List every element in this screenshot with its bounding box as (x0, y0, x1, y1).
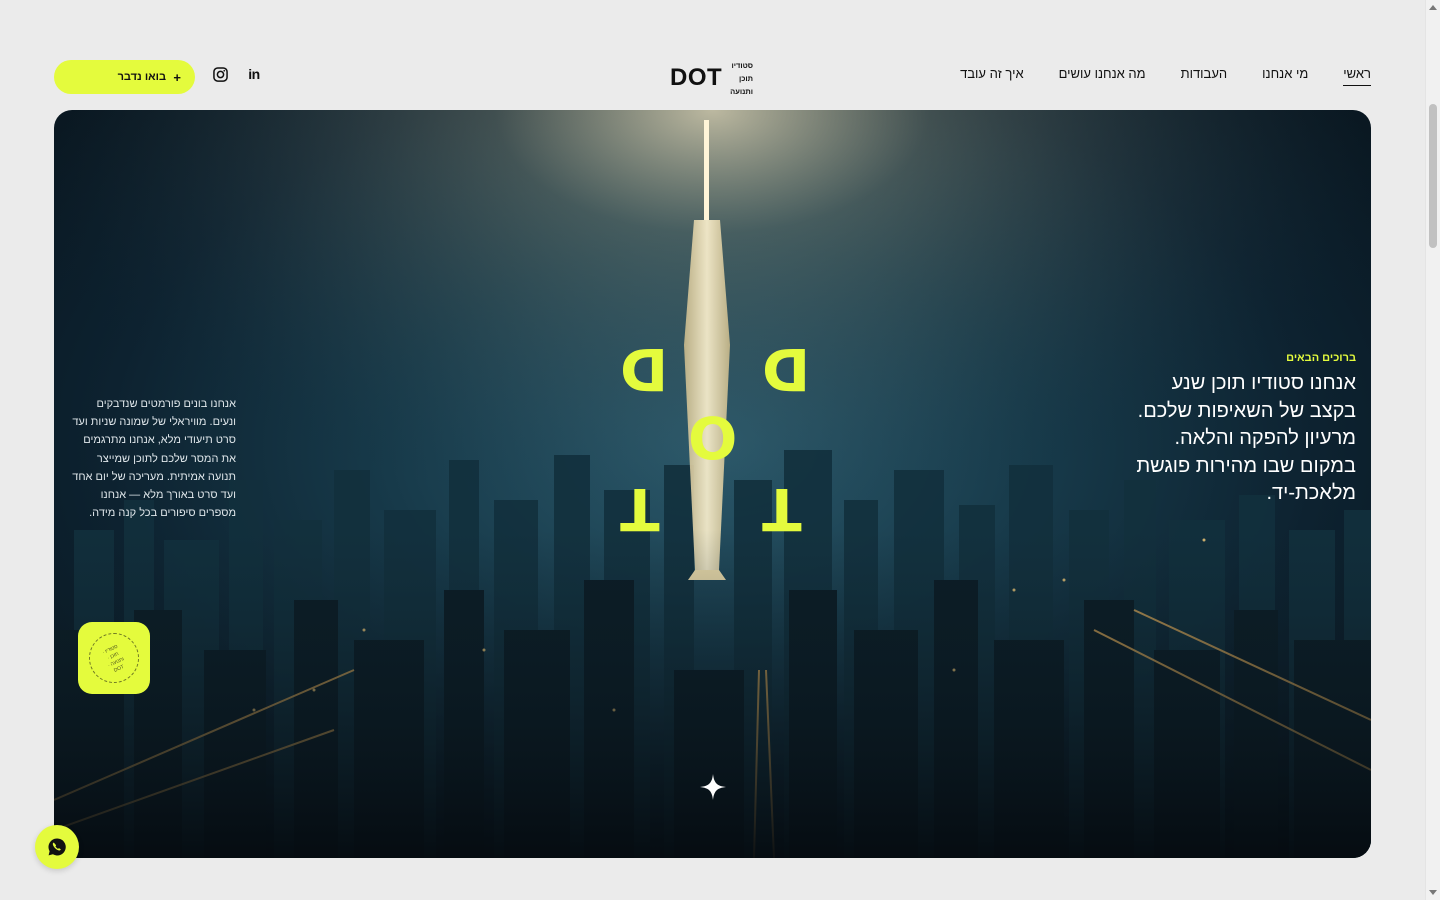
badge-ring: סטודיו · תוכן · ותנועה · DOT (89, 633, 139, 683)
linkedin-icon[interactable]: in (246, 66, 262, 82)
plus-icon: + (173, 69, 181, 85)
lets-talk-label: בואו נדבר (117, 71, 166, 83)
page-scrollbar[interactable] (1425, 0, 1440, 900)
scroll-up-arrow-icon[interactable] (1429, 5, 1437, 10)
logo-tagline-line: ותנועה (730, 86, 754, 96)
hero-side-line: ועד סרט באורך מלא — אנחנו (100, 489, 236, 502)
nav-item-works[interactable]: העבודות (1181, 66, 1228, 86)
hero-letter-t-left: T (620, 475, 660, 543)
logo-wordmark: DOT (670, 64, 723, 91)
hero-headline-line: מרעיון להפקה והלאה. (1174, 427, 1356, 449)
hero-section: D D O T T ברוכים הבאים אנחנו סטודיו תוכן… (54, 110, 1371, 858)
rotating-badge[interactable]: סטודיו · תוכן · ותנועה · DOT (78, 622, 150, 694)
hero-headline-line: אנחנו סטודיו תוכן שנע (1171, 372, 1356, 394)
hero-side-line: מספרים סיפורים בכל קנה מידה. (89, 507, 236, 520)
hero-headline-line: בקצב של השאיפות שלכם. (1137, 399, 1356, 422)
nav-item-what-we-do[interactable]: מה אנחנו עושים (1059, 66, 1146, 86)
hero-letter-o: O (688, 405, 738, 473)
instagram-icon[interactable] (212, 66, 228, 82)
scroll-thumb[interactable] (1429, 104, 1437, 248)
whatsapp-icon[interactable] (35, 825, 79, 869)
hero-side-line: תנועה אמיתית. מעריכה של יום אחד (72, 470, 236, 483)
logo-tagline-line: תוכן (738, 73, 754, 83)
logo-tagline-line: סטודיו (731, 60, 754, 70)
hero-side-line: סרט תיעודי מלא, אנחנו מתרגמים (83, 434, 236, 447)
main-nav: איך זה עובד מה אנחנו עושים העבודות מי אנ… (960, 66, 1371, 86)
hero-headline: אנחנו סטודיו תוכן שנע בקצב של השאיפות של… (1076, 370, 1356, 508)
nav-item-home[interactable]: ראשי (1343, 66, 1371, 86)
hero-letter-d-right: D (762, 335, 811, 403)
hero-headline-line: מלאכת-יד. (1266, 482, 1356, 504)
scroll-down-arrow-icon[interactable] (1429, 890, 1437, 895)
hero-kicker: ברוכים הבאים (1286, 352, 1356, 364)
lets-talk-button[interactable]: + בואו נדבר (54, 60, 195, 94)
nav-item-about[interactable]: מי אנחנו (1262, 66, 1308, 86)
sparkle-icon (700, 774, 726, 800)
nav-item-how-it-works[interactable]: איך זה עובד (960, 66, 1024, 86)
hero-side-line: ונעים. מוויראלי של שמונה שניות ועד (72, 416, 236, 429)
hero-intro: ברוכים הבאים אנחנו סטודיו תוכן שנע בקצב … (1076, 352, 1356, 508)
hero-side-line: את המסר שלכם לתוכן שמייצר (96, 452, 236, 465)
hero-letter-t-right: T (762, 475, 802, 543)
hero-letter-d-left: D (620, 335, 669, 403)
badge-text: סטודיו · תוכן · ותנועה · DOT (101, 643, 126, 674)
brand-logo[interactable]: DOT סטודיו תוכן ותנועה (670, 58, 753, 98)
logo-tagline: סטודיו תוכן ותנועה (730, 59, 753, 98)
hero-side-line: אנחנו בונים פורמטים שנדבקים (96, 398, 236, 410)
hero-headline-line: במקום שבו מהירות פוגשת (1136, 454, 1356, 477)
hero-side-text: אנחנו בונים פורמטים שנדבקים ונעים. מוויר… (68, 395, 236, 522)
